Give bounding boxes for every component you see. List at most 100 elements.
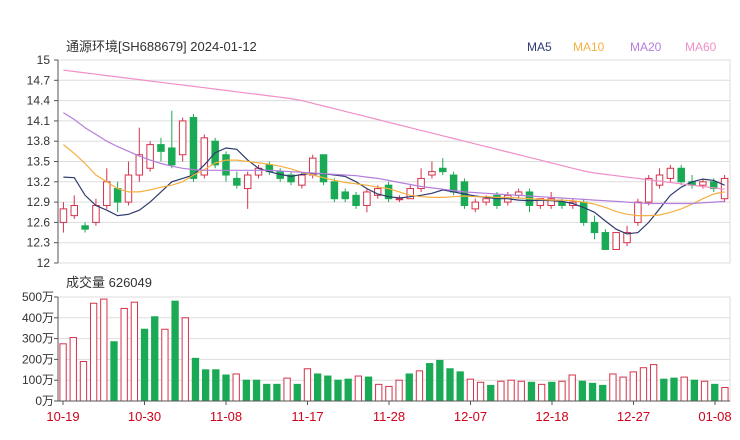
- candle-body: [428, 171, 436, 176]
- volume-bar: [476, 381, 485, 402]
- volume-bar: [120, 307, 128, 402]
- volume-bar: [110, 341, 118, 402]
- volume-bar: [629, 371, 637, 402]
- volume-bar: [334, 379, 342, 402]
- volume-bar: [588, 382, 597, 402]
- volume-plot-frame: [57, 296, 731, 402]
- volume-bar: [181, 317, 189, 402]
- volume-bar: [558, 380, 566, 402]
- volume-bar: [140, 328, 149, 402]
- volume-tick-label: 200万: [22, 352, 54, 366]
- x-tick-label: 11-08: [210, 409, 242, 424]
- volume-bar: [517, 380, 525, 402]
- candle-body: [124, 174, 133, 203]
- volume-tick-label: 500万: [22, 290, 54, 304]
- legend-item-ma60: MA60: [685, 40, 717, 54]
- volume-bar: [446, 368, 454, 402]
- candle-body: [233, 177, 241, 186]
- volume-bar: [456, 371, 464, 402]
- x-tick-label: 12-18: [535, 409, 568, 424]
- volume-bar: [354, 375, 363, 402]
- candle-body: [352, 194, 360, 206]
- candle-body: [341, 191, 349, 200]
- candle-body: [471, 201, 480, 210]
- chart-svg: 通源环境[SH688679] 2024-01-12 MA5 MA10 MA20 MA6…: [22, 39, 732, 424]
- volume-bar: [201, 369, 210, 402]
- volume-bar: [283, 377, 291, 402]
- price-tick-label: 13.2: [27, 175, 51, 189]
- volume-bar: [711, 383, 719, 402]
- date-x-axis: 10-19 10-30 11-08 11-17 11-28 12-07 12-18 12-27…: [46, 400, 732, 424]
- candle-body: [168, 147, 176, 166]
- candle-body: [135, 154, 144, 176]
- candle-body: [634, 201, 642, 223]
- price-tick-label: 14.7: [27, 73, 51, 87]
- volume-bar: [537, 383, 546, 402]
- volume-grid: [57, 296, 731, 402]
- volume-bar: [252, 379, 261, 402]
- volume-bar: [222, 374, 230, 402]
- volume-bar: [548, 381, 556, 402]
- candle-body: [157, 144, 165, 152]
- chart-title: 通源环境[SH688679] 2024-01-12: [66, 39, 257, 54]
- volume-bar: [313, 373, 322, 402]
- volume-bar: [497, 380, 505, 402]
- volume-bar: [436, 359, 444, 402]
- candle-body: [298, 174, 306, 186]
- volume-bar: [232, 373, 240, 402]
- volume-bar: [466, 378, 475, 402]
- x-tick-label: 12-27: [617, 409, 650, 424]
- volume-bar: [599, 384, 607, 402]
- volume-bar: [293, 383, 301, 402]
- volume-bar: [130, 301, 139, 402]
- volume-bar: [303, 368, 312, 402]
- x-tick-label: 11-17: [291, 409, 323, 424]
- price-tick-label: 15: [37, 53, 51, 67]
- candle-body: [395, 198, 404, 201]
- volume-bar: [344, 378, 352, 402]
- candle-body: [612, 232, 620, 250]
- x-tick-label: 12-07: [454, 409, 487, 424]
- moving-average-lines: [63, 69, 725, 235]
- ma-line-ma5: [63, 147, 725, 235]
- candle-body: [644, 177, 653, 203]
- volume-tick-label: 0万: [35, 394, 54, 408]
- volume-bar: [639, 367, 648, 402]
- volume-bar: [79, 360, 88, 402]
- volume-bar: [527, 381, 536, 402]
- volume-bar: [375, 383, 383, 402]
- volume-bar: [690, 379, 699, 402]
- candle-body: [103, 181, 111, 206]
- volume-bar: [405, 373, 413, 402]
- volume-bar: [263, 383, 271, 402]
- volume-bar: [385, 385, 393, 402]
- volume-bar: [242, 379, 251, 402]
- volume-bar: [619, 376, 627, 402]
- volume-bar: [395, 379, 403, 402]
- volume-bar: [273, 383, 281, 402]
- ma-line-ma10: [63, 144, 725, 217]
- candle-body: [81, 225, 89, 230]
- volume-bar: [69, 337, 77, 402]
- price-y-axis: 15 14.7 14.4 14.1 13.8 13.5 13.2 12.9 12.6 12.3 12: [27, 53, 59, 270]
- volume-bar: [578, 380, 587, 402]
- candle-body: [178, 120, 187, 156]
- candle-body: [558, 201, 566, 206]
- candle-body: [699, 181, 707, 186]
- volume-bar: [670, 377, 678, 402]
- candle-body: [243, 174, 252, 190]
- volume-bar: [171, 300, 179, 402]
- x-tick-label: 10-30: [128, 409, 161, 424]
- price-tick-label: 13.5: [27, 155, 51, 169]
- candlesticks: [59, 110, 729, 250]
- legend-item-ma5: MA5: [527, 40, 552, 54]
- volume-bar: [324, 375, 332, 402]
- volume-bar: [680, 376, 688, 402]
- volume-tick-label: 100万: [22, 373, 54, 387]
- volume-bar: [364, 376, 373, 402]
- volume-bar: [151, 316, 159, 402]
- x-tick-label: 01-08: [698, 409, 731, 424]
- candle-body: [482, 198, 490, 203]
- candle-body: [449, 174, 458, 193]
- volume-tick-label: 400万: [22, 311, 54, 325]
